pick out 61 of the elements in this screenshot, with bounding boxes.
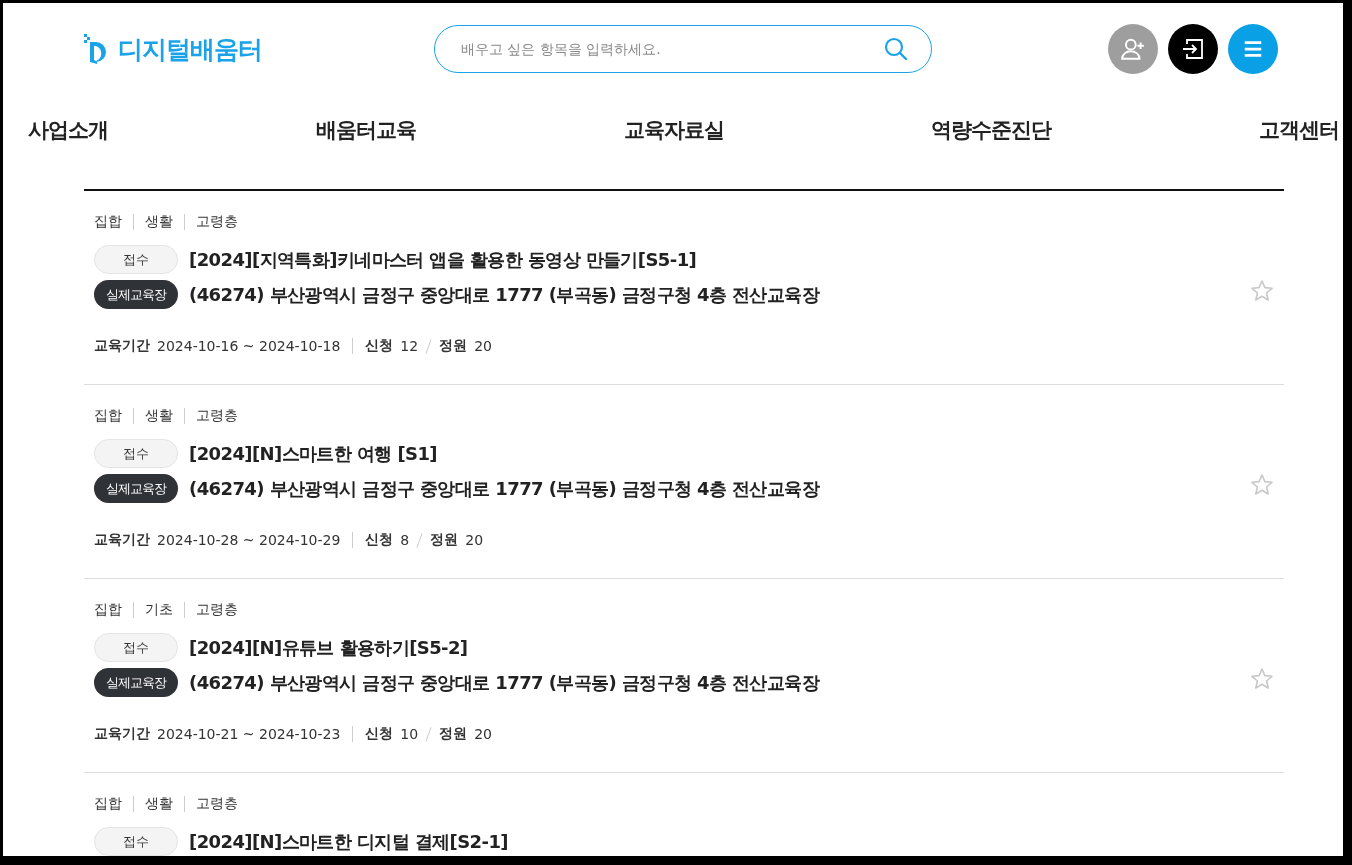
- status-badge: 접수: [94, 245, 178, 274]
- applied-label: 신청: [365, 531, 394, 549]
- capacity-count: 20: [474, 338, 492, 354]
- star-icon[interactable]: [1250, 279, 1274, 303]
- search-icon[interactable]: [884, 37, 908, 61]
- login-icon: [1181, 37, 1205, 61]
- nav-link[interactable]: 사업소개: [28, 116, 108, 144]
- course-address: (46274) 부산광역시 금정구 중앙대로 1777 (부곡동) 금정구청 4층 전산교육장: [189, 670, 820, 695]
- menu-icon: [1242, 38, 1264, 60]
- status-badge: 접수: [94, 439, 178, 468]
- sign-up-button[interactable]: [1108, 24, 1158, 74]
- category-tag: 고령층: [196, 213, 238, 231]
- status-badge: 접수: [94, 633, 178, 662]
- login-button[interactable]: [1168, 24, 1218, 74]
- category-tag: 생활: [145, 407, 173, 425]
- location-type-badge: 실제교육장: [94, 280, 178, 309]
- period-value: 2024-10-16 ~ 2024-10-18: [157, 338, 341, 354]
- category-tag: 집합: [94, 795, 122, 813]
- category-tag: 집합: [94, 213, 122, 231]
- period-label: 교육기간: [94, 531, 150, 549]
- course-title[interactable]: [2024][N]스마트한 디지털 결제[S2-1]: [189, 829, 508, 854]
- user-plus-icon: [1120, 36, 1146, 62]
- applied-label: 신청: [365, 337, 394, 355]
- star-icon[interactable]: [1250, 473, 1274, 497]
- applied-count: 8: [400, 532, 410, 548]
- capacity-label: 정원: [439, 337, 468, 355]
- location-type-badge: 실제교육장: [94, 474, 178, 503]
- logo-icon: [84, 34, 108, 64]
- category-tag: 생활: [145, 213, 173, 231]
- menu-button[interactable]: [1228, 24, 1278, 74]
- period-value: 2024-10-21 ~ 2024-10-23: [157, 726, 341, 742]
- applied-count: 12: [400, 338, 419, 354]
- search-field[interactable]: 배우고 싶은 항목을 입력하세요.: [434, 25, 932, 73]
- nav-link[interactable]: 배움터교육: [315, 116, 416, 144]
- category-tag: 고령층: [196, 795, 238, 813]
- course-title[interactable]: [2024][N]스마트한 여행 [S1]: [189, 441, 437, 466]
- capacity-label: 정원: [430, 531, 459, 549]
- status-badge: 접수: [94, 827, 178, 856]
- category-tag: 집합: [94, 407, 122, 425]
- capacity-count: 20: [474, 726, 492, 742]
- capacity-label: 정원: [439, 725, 468, 743]
- category-tag: 생활: [145, 795, 173, 813]
- course-address: (46274) 부산광역시 금정구 중앙대로 1777 (부곡동) 금정구청 4층 전산교육장: [189, 282, 820, 307]
- location-type-badge: 실제교육장: [94, 668, 178, 697]
- nav-link[interactable]: 역량수준진단: [931, 116, 1052, 144]
- applied-label: 신청: [365, 725, 394, 743]
- category-tag: 집합: [94, 601, 122, 619]
- applied-count: 10: [400, 726, 419, 742]
- category-tag: 기초: [145, 601, 173, 619]
- period-label: 교육기간: [94, 725, 150, 743]
- category-tag: 고령층: [196, 407, 238, 425]
- nav-link[interactable]: 고객센터: [1259, 116, 1339, 144]
- nav-link[interactable]: 교육자료실: [623, 116, 724, 144]
- period-label: 교육기간: [94, 337, 150, 355]
- course-address: (46274) 부산광역시 금정구 중앙대로 1777 (부곡동) 금정구청 4층 전산교육장: [189, 476, 820, 501]
- star-icon[interactable]: [1250, 667, 1274, 691]
- capacity-count: 20: [465, 532, 484, 548]
- period-value: 2024-10-28 ~ 2024-10-29: [157, 532, 341, 548]
- category-tag: 고령층: [196, 601, 238, 619]
- course-title[interactable]: [2024][N]유튜브 활용하기[S5-2]: [189, 635, 468, 660]
- course-title[interactable]: [2024][지역특화]키네마스터 앱을 활용한 동영상 만들기[S5-1]: [189, 247, 697, 272]
